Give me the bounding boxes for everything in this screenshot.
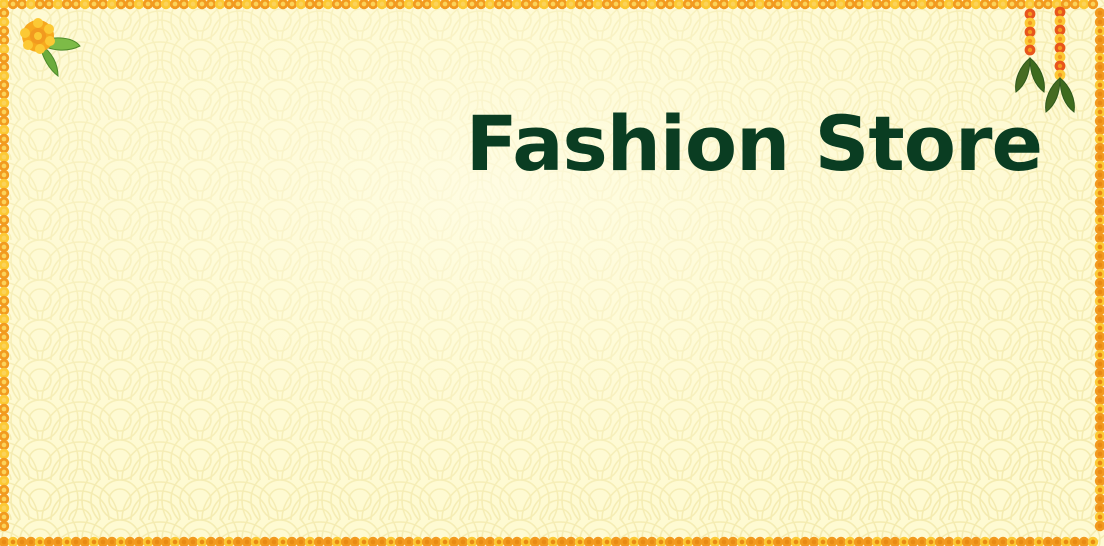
store-title: Fashion Store: [465, 99, 1043, 188]
marigold-flower-icon: [20, 18, 81, 78]
scale-pattern-background: [0, 0, 1104, 546]
festive-banner: Fashion Store: [0, 0, 1104, 546]
